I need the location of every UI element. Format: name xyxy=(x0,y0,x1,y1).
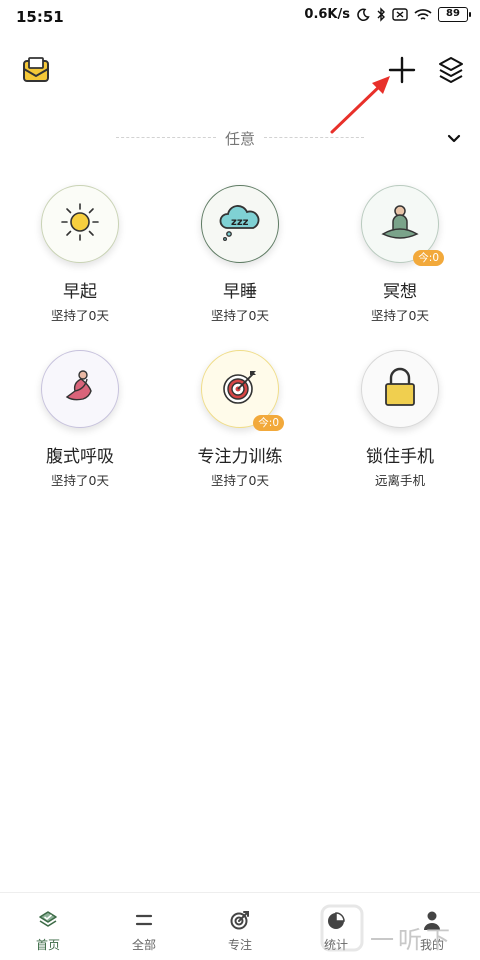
sleep-cloud-icon: zzz xyxy=(217,202,263,246)
habit-streak: 坚持了0天 xyxy=(51,308,109,323)
habit-item[interactable]: zzz 早睡坚持了0天 xyxy=(160,185,320,324)
status-bar: 15:51 0.6K/s 89 xyxy=(0,0,480,34)
target-icon xyxy=(220,367,260,411)
chevron-down-icon[interactable] xyxy=(444,128,464,148)
today-count-badge: 今:0 xyxy=(253,415,284,431)
category-filter[interactable]: 任意 xyxy=(0,126,480,150)
category-label[interactable]: 任意 xyxy=(216,128,264,149)
today-count-badge: 今:0 xyxy=(413,250,444,266)
nav-all[interactable]: 全部 xyxy=(96,893,192,960)
nav-label: 专注 xyxy=(227,938,252,952)
habit-icon-button[interactable] xyxy=(41,350,119,428)
nav-focus[interactable]: 专注 xyxy=(192,893,288,960)
habit-streak: 坚持了0天 xyxy=(371,308,429,323)
habit-name: 早起 xyxy=(63,282,97,302)
battery-icon: 89 xyxy=(438,7,471,22)
habit-item[interactable]: 今:0 冥想坚持了0天 xyxy=(320,185,480,324)
habit-streak: 远离手机 xyxy=(374,473,425,488)
habit-item[interactable]: 腹式呼吸坚持了0天 xyxy=(0,350,160,489)
habit-streak: 坚持了0天 xyxy=(211,308,269,323)
yoga-icon xyxy=(60,367,100,411)
meditation-icon xyxy=(379,202,421,246)
home-check-icon xyxy=(39,911,57,927)
bluetooth-icon xyxy=(377,7,385,22)
habit-name: 冥想 xyxy=(383,282,417,302)
wifi-icon xyxy=(414,8,432,20)
habit-item[interactable]: 早起坚持了0天 xyxy=(0,185,160,324)
habit-item[interactable]: 锁住手机 远离手机 xyxy=(320,350,480,489)
nav-label: 首页 xyxy=(35,938,60,952)
list-icon xyxy=(135,914,153,926)
nav-label: 全部 xyxy=(131,938,156,952)
habit-name: 腹式呼吸 xyxy=(46,447,114,467)
habit-icon-button[interactable] xyxy=(41,185,119,263)
lock-icon xyxy=(382,367,418,411)
network-speed: 0.6K/s xyxy=(304,7,350,22)
status-icons: 0.6K/s 89 xyxy=(304,7,471,22)
focus-icon xyxy=(230,911,249,930)
habit-streak: 坚持了0天 xyxy=(211,473,269,488)
moon-icon xyxy=(357,8,370,21)
habit-icon-button[interactable] xyxy=(361,350,439,428)
habit-icon-button[interactable]: 今:0 xyxy=(361,185,444,266)
mail-icon[interactable] xyxy=(22,57,50,83)
habit-name: 专注力训练 xyxy=(197,447,283,467)
watermark-text: 一听下载 xyxy=(370,926,454,954)
sim-icon xyxy=(392,8,408,21)
layers-icon[interactable] xyxy=(437,55,465,85)
habit-name: 锁住手机 xyxy=(366,447,434,467)
habit-item[interactable]: 今:0 专注力训练坚持了0天 xyxy=(160,350,320,489)
habit-icon-button[interactable]: 今:0 xyxy=(201,350,284,431)
nav-home[interactable]: 首页 xyxy=(0,893,96,960)
status-time: 15:51 xyxy=(16,8,64,26)
svg-text:zzz: zzz xyxy=(231,217,249,228)
habit-streak: 坚持了0天 xyxy=(51,473,109,488)
divider xyxy=(116,137,216,138)
divider xyxy=(264,137,364,138)
sun-icon xyxy=(60,202,100,246)
habit-name: 早睡 xyxy=(223,282,257,302)
habit-icon-button[interactable]: zzz xyxy=(201,185,279,263)
